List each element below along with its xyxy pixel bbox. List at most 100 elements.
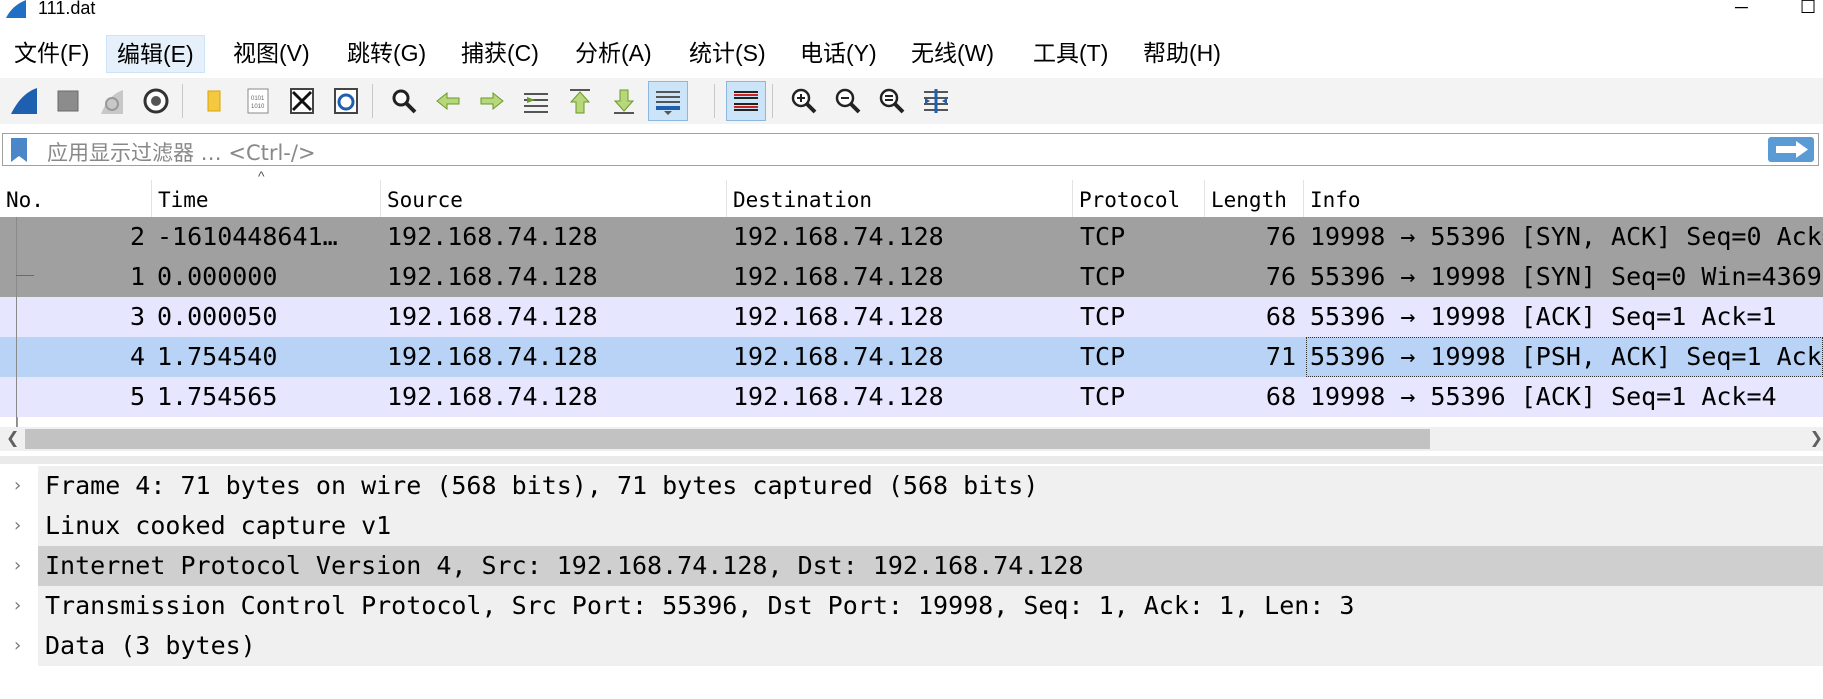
expand-chevron-icon[interactable]: › — [12, 626, 23, 666]
zoom-out-icon[interactable] — [828, 81, 868, 121]
minimize-button[interactable]: ─ — [1735, 0, 1748, 18]
pane-splitter[interactable] — [0, 456, 1823, 464]
menu-edit[interactable]: 编辑(E) — [106, 35, 205, 73]
resize-columns-icon[interactable] — [916, 81, 956, 121]
detail-text: Internet Protocol Version 4, Src: 192.16… — [45, 551, 1084, 580]
options-gear-icon[interactable] — [136, 81, 176, 121]
expand-chevron-icon[interactable]: › — [12, 586, 23, 626]
display-filter-input[interactable]: 应用显示过滤器 … <Ctrl-/> — [47, 137, 316, 167]
first-packet-icon[interactable] — [560, 81, 600, 121]
autoscroll-icon[interactable] — [648, 81, 688, 121]
close-file-icon[interactable] — [282, 81, 322, 121]
packet-details-pane: › Frame 4: 71 bytes on wire (568 bits), … — [0, 466, 1823, 699]
colorize-icon[interactable] — [726, 81, 766, 121]
maximize-button[interactable]: ☐ — [1800, 0, 1816, 18]
cell-no: 3 — [129, 302, 145, 331]
zoom-normal-icon[interactable] — [872, 81, 912, 121]
menu-statistics[interactable]: 统计(S) — [679, 35, 776, 71]
go-to-packet-icon[interactable] — [516, 81, 556, 121]
expand-chevron-icon[interactable]: › — [12, 546, 23, 586]
menu-view[interactable]: 视图(V) — [223, 35, 320, 71]
menu-bar: 文件(F) 编辑(E) 视图(V) 跳转(G) 捕获(C) 分析(A) 统计(S… — [0, 31, 1823, 74]
cell-time: 1.754540 — [157, 342, 278, 371]
file-binary-icon[interactable]: 0101 1010 — [238, 81, 278, 121]
svg-text:1010: 1010 — [251, 104, 265, 110]
shark-fin-icon[interactable] — [4, 81, 44, 121]
column-header-time[interactable]: Time — [152, 180, 381, 217]
cell-length: 76 — [1265, 222, 1296, 251]
cell-info: 55396 → 19998 [SYN] Seq=0 Win=43690 — [1310, 262, 1823, 291]
cell-source: 192.168.74.128 — [387, 222, 598, 251]
scroll-right-icon[interactable]: ❯ — [1810, 427, 1823, 451]
bookmark-icon[interactable] — [11, 138, 27, 162]
zoom-in-icon[interactable] — [784, 81, 824, 121]
stop-icon[interactable] — [48, 81, 88, 121]
cell-source: 192.168.74.128 — [387, 382, 598, 411]
scroll-left-icon[interactable]: ❮ — [6, 427, 19, 451]
cell-length: 76 — [1265, 262, 1296, 291]
restart-icon[interactable] — [92, 81, 132, 121]
packet-list: 2 -1610448641… 192.168.74.128 192.168.74… — [0, 217, 1823, 427]
menu-file[interactable]: 文件(F) — [4, 35, 99, 71]
column-header-info[interactable]: Info — [1304, 180, 1823, 217]
expand-chevron-icon[interactable]: › — [12, 466, 23, 506]
table-row[interactable]: 2 -1610448641… 192.168.74.128 192.168.74… — [0, 217, 1823, 257]
menu-tools[interactable]: 工具(T) — [1023, 35, 1118, 71]
cell-time: -1610448641… — [157, 222, 338, 251]
table-row[interactable]: 3 0.000050 192.168.74.128 192.168.74.128… — [0, 297, 1823, 337]
title-bar: 111.dat ─ ☐ — [0, 0, 1823, 22]
cell-protocol: TCP — [1080, 222, 1126, 251]
display-filter-bar[interactable]: 应用显示过滤器 … <Ctrl-/> — [2, 133, 1819, 166]
detail-text: Frame 4: 71 bytes on wire (568 bits), 71… — [45, 471, 1039, 500]
packet-list-hscrollbar[interactable]: ❮ ❯ — [0, 427, 1823, 451]
menu-go[interactable]: 跳转(G) — [337, 35, 436, 71]
apply-filter-button[interactable] — [1768, 137, 1814, 162]
cell-destination: 192.168.74.128 — [733, 262, 944, 291]
detail-text: Linux cooked capture v1 — [45, 511, 392, 540]
detail-row-frame[interactable]: › Frame 4: 71 bytes on wire (568 bits), … — [0, 466, 1823, 506]
detail-row-data[interactable]: › Data (3 bytes) — [0, 626, 1823, 666]
cell-info: 19998 → 55396 [ACK] Seq=1 Ack=4 — [1310, 382, 1777, 411]
table-row-selected[interactable]: 4 1.754540 192.168.74.128 192.168.74.128… — [0, 337, 1823, 377]
column-header-destination[interactable]: Destination — [727, 180, 1073, 217]
menu-capture[interactable]: 捕获(C) — [451, 35, 549, 71]
menu-telephony[interactable]: 电话(Y) — [790, 35, 887, 71]
column-header-length[interactable]: Length — [1205, 180, 1304, 217]
cell-protocol: TCP — [1080, 302, 1126, 331]
menu-help[interactable]: 帮助(H) — [1133, 35, 1231, 71]
table-row[interactable]: 5 1.754565 192.168.74.128 192.168.74.128… — [0, 377, 1823, 417]
detail-text: Transmission Control Protocol, Src Port:… — [45, 591, 1355, 620]
cell-length: 68 — [1265, 382, 1296, 411]
reload-icon[interactable] — [326, 81, 366, 121]
scrollbar-thumb[interactable] — [25, 429, 1430, 449]
cell-no: 2 — [129, 222, 145, 251]
cell-time: 1.754565 — [157, 382, 278, 411]
menu-wireless[interactable]: 无线(W) — [901, 35, 1004, 71]
cell-destination: 192.168.74.128 — [733, 222, 944, 251]
cell-destination: 192.168.74.128 — [733, 302, 944, 331]
column-header-protocol[interactable]: Protocol — [1073, 180, 1205, 217]
table-row[interactable]: 1 0.000000 192.168.74.128 192.168.74.128… — [0, 257, 1823, 297]
column-header-no[interactable]: No. — [0, 180, 152, 217]
detail-row-tcp[interactable]: › Transmission Control Protocol, Src Por… — [0, 586, 1823, 626]
packet-list-header: No. Time Source Destination Protocol Len… — [0, 180, 1823, 218]
detail-text: Data (3 bytes) — [45, 631, 256, 660]
cell-destination: 192.168.74.128 — [733, 382, 944, 411]
expand-chevron-icon[interactable]: › — [12, 506, 23, 546]
detail-row-ipv4[interactable]: › Internet Protocol Version 4, Src: 192.… — [0, 546, 1823, 586]
arrow-right-icon — [1776, 141, 1808, 158]
cell-protocol: TCP — [1080, 342, 1126, 371]
open-folder-icon[interactable] — [194, 81, 234, 121]
cell-source: 192.168.74.128 — [387, 302, 598, 331]
cell-time: 0.000050 — [157, 302, 278, 331]
detail-row-linux-cooked[interactable]: › Linux cooked capture v1 — [0, 506, 1823, 546]
last-packet-icon[interactable] — [604, 81, 644, 121]
back-arrow-icon[interactable] — [428, 81, 468, 121]
menu-analyze[interactable]: 分析(A) — [565, 35, 662, 71]
forward-arrow-icon[interactable] — [472, 81, 512, 121]
cell-info: 55396 → 19998 [ACK] Seq=1 Ack=1 — [1310, 302, 1777, 331]
cell-length: 68 — [1265, 302, 1296, 331]
find-icon[interactable] — [384, 81, 424, 121]
column-header-source[interactable]: Source — [381, 180, 727, 217]
cell-no: 4 — [129, 342, 145, 371]
